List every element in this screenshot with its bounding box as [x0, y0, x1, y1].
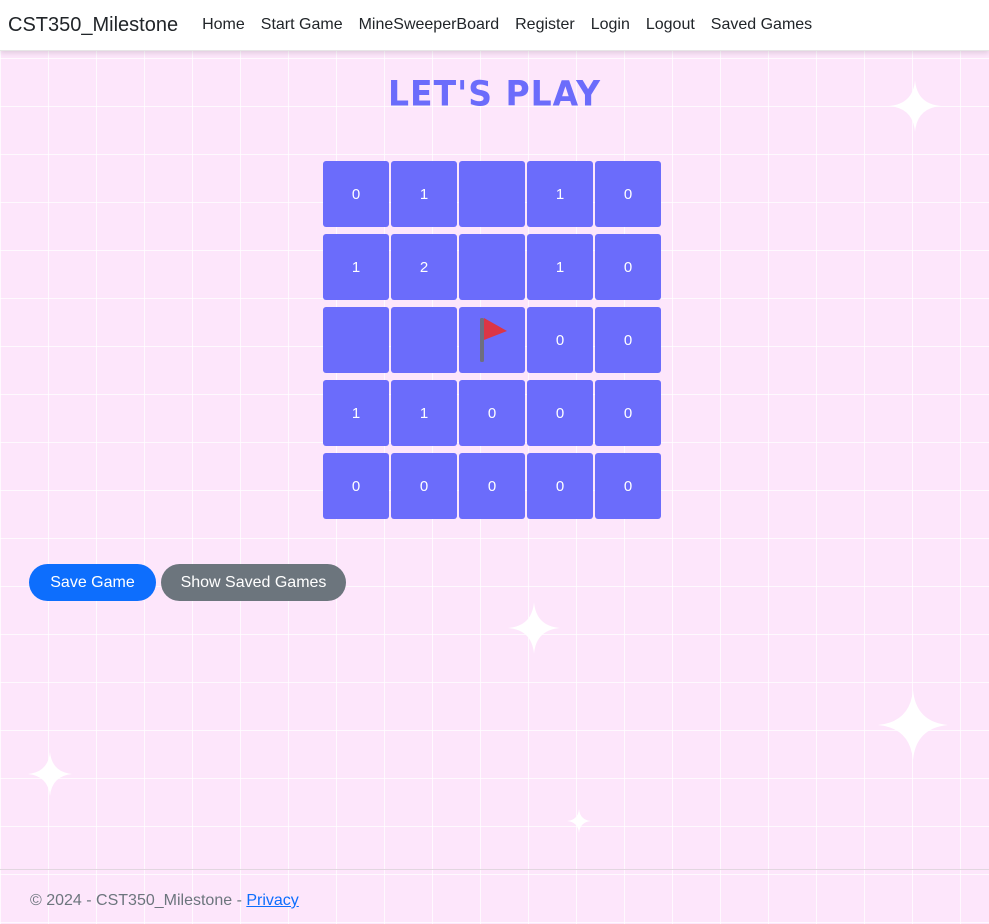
board-cell[interactable]: 0 [595, 234, 661, 300]
board-cell[interactable] [459, 234, 525, 300]
show-saved-games-button[interactable]: Show Saved Games [161, 564, 346, 601]
board-cell[interactable]: 1 [527, 234, 593, 300]
cell-value: 0 [351, 477, 361, 495]
board-cell[interactable]: 1 [391, 380, 457, 446]
cell-value: 0 [555, 331, 565, 349]
board-cell[interactable]: 0 [595, 307, 661, 373]
cell-value: 0 [487, 477, 497, 495]
footer-copyright: © 2024 - CST350_Milestone - [30, 892, 247, 909]
sparkle-icon [567, 809, 591, 833]
cell-value: 0 [487, 404, 497, 422]
cell-value: 0 [419, 477, 429, 495]
cell-value: 0 [623, 258, 633, 276]
save-game-button[interactable]: Save Game [29, 564, 156, 601]
page-title: Let's Play [388, 73, 601, 114]
cell-value: 0 [623, 331, 633, 349]
nav-link-register[interactable]: Register [507, 16, 583, 34]
board-cell[interactable]: 0 [391, 453, 457, 519]
board-cell[interactable]: 0 [595, 453, 661, 519]
board-cell[interactable]: 0 [323, 453, 389, 519]
minesweeper-board: 0 1 1 0 1 2 1 0 0 0 1 1 0 0 0 0 0 0 0 0 [323, 161, 661, 519]
nav-link-home[interactable]: Home [194, 16, 253, 34]
board-cell[interactable]: 0 [323, 161, 389, 227]
sparkle-icon [878, 690, 948, 760]
board-cell[interactable] [323, 307, 389, 373]
cell-value: 1 [419, 185, 429, 203]
cell-value: 1 [419, 404, 429, 422]
cell-value: 0 [623, 185, 633, 203]
cell-value: 1 [351, 258, 361, 276]
board-cell[interactable]: 1 [527, 161, 593, 227]
board-cell[interactable]: 2 [391, 234, 457, 300]
nav-link-minesweeper-board[interactable]: MineSweeperBoard [351, 16, 508, 34]
privacy-link[interactable]: Privacy [246, 892, 298, 909]
navbar: CST350_Milestone Home Start Game MineSwe… [0, 0, 989, 51]
board-cell[interactable] [459, 161, 525, 227]
board-cell[interactable]: 0 [595, 161, 661, 227]
flag-icon [480, 318, 507, 362]
cell-value: 0 [623, 477, 633, 495]
nav-link-login[interactable]: Login [583, 16, 638, 34]
board-cell[interactable] [459, 307, 525, 373]
board-cell[interactable]: 0 [527, 380, 593, 446]
board-cell[interactable]: 1 [323, 380, 389, 446]
footer: © 2024 - CST350_Milestone - Privacy [0, 869, 989, 924]
board-cell[interactable]: 0 [527, 307, 593, 373]
board-cell[interactable]: 0 [527, 453, 593, 519]
cell-value: 0 [555, 477, 565, 495]
nav-link-start-game[interactable]: Start Game [253, 16, 351, 34]
sparkle-icon [508, 602, 560, 654]
nav-link-logout[interactable]: Logout [638, 16, 703, 34]
board-cell[interactable]: 1 [391, 161, 457, 227]
sparkle-icon [28, 752, 72, 796]
cell-value: 0 [623, 404, 633, 422]
cell-value: 0 [351, 185, 361, 203]
navbar-brand[interactable]: CST350_Milestone [8, 14, 178, 37]
cell-value: 1 [555, 258, 565, 276]
board-cell[interactable] [391, 307, 457, 373]
board-cell[interactable]: 0 [595, 380, 661, 446]
cell-value: 1 [555, 185, 565, 203]
cell-value: 0 [555, 404, 565, 422]
board-cell[interactable]: 0 [459, 453, 525, 519]
cell-value: 1 [351, 404, 361, 422]
board-cell[interactable]: 0 [459, 380, 525, 446]
cell-value: 2 [419, 258, 429, 276]
board-cell[interactable]: 1 [323, 234, 389, 300]
nav-link-saved-games[interactable]: Saved Games [703, 16, 820, 34]
